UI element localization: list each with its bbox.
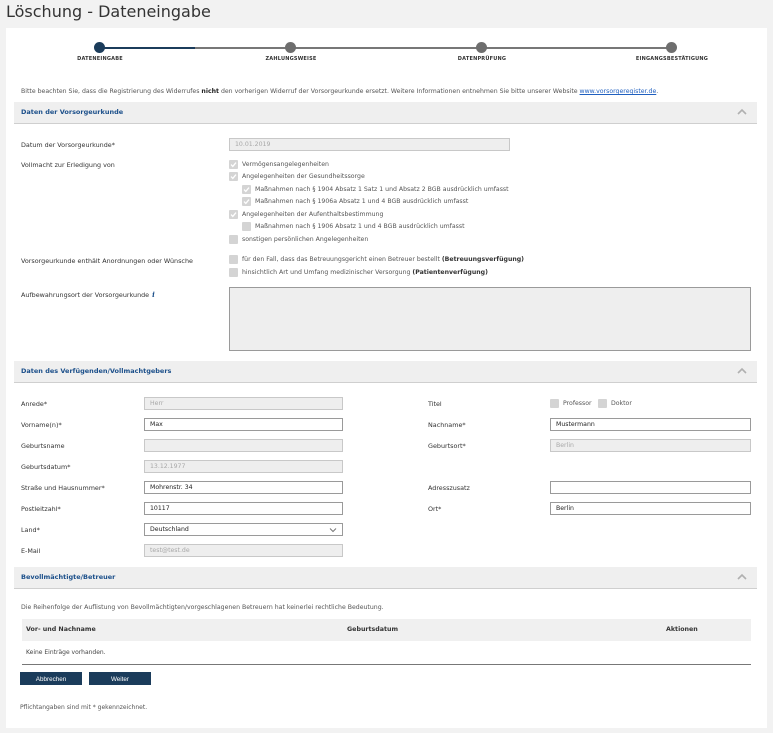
date-field[interactable]: 10.01.2019 — [229, 138, 510, 151]
checkbox-1904[interactable] — [242, 185, 251, 194]
checkbox-vermoegen[interactable] — [229, 160, 238, 169]
adresszusatz-field[interactable] — [550, 481, 751, 494]
column-header-aktionen: Aktionen — [666, 626, 698, 633]
geburtsdatum-label: Geburtsdatum* — [21, 463, 71, 471]
checkbox-professor[interactable] — [550, 399, 559, 408]
geburtsort-label: Geburtsort* — [428, 442, 466, 450]
nachname-label: Nachname* — [428, 421, 466, 429]
chevron-up-icon[interactable] — [737, 107, 747, 117]
progress-steps: DATENEINGABE ZAHLUNGSWEISE DATENPRÜFUNG … — [6, 28, 767, 88]
strasse-field[interactable]: Mohrenstr. 34 — [144, 481, 343, 494]
adresszusatz-label: Adresszusatz — [428, 484, 470, 492]
geburtsdatum-field[interactable]: 13.12.1977 — [144, 460, 343, 473]
vorname-label: Vorname(n)* — [21, 421, 62, 429]
website-link[interactable]: www.vorsorgeregister.de — [580, 88, 657, 95]
geburtsname-field[interactable] — [144, 439, 343, 452]
step-dot-eingangsbestaetigung — [666, 42, 677, 53]
column-header-name[interactable]: Vor- und Nachname — [26, 626, 96, 633]
section-header-verfuegender[interactable]: Daten des Verfügenden/Vollmachtgebers — [14, 361, 757, 383]
checkbox-gesundheit[interactable] — [229, 172, 238, 181]
ordering-note: Die Reihenfolge der Auflistung von Bevol… — [21, 604, 384, 611]
step-label: DATENEINGABE — [77, 56, 123, 62]
chevron-up-icon[interactable] — [737, 366, 747, 376]
column-header-geburtsdatum[interactable]: Geburtsdatum — [347, 626, 398, 633]
titel-label: Titel — [428, 400, 442, 408]
empty-table-message: Keine Einträge vorhanden. — [26, 649, 106, 656]
anordnungen-label: Vorsorgeurkunde enthält Anordnungen oder… — [21, 257, 193, 265]
step-label: EINGANGSBESTÄTIGUNG — [635, 56, 709, 62]
plz-field[interactable]: 10117 — [144, 502, 343, 515]
geburtsname-label: Geburtsname — [21, 442, 65, 450]
plz-label: Postleitzahl* — [21, 505, 61, 513]
step-dot-datenpruefung — [476, 42, 487, 53]
step-label: ZAHLUNGSWEISE — [265, 56, 317, 62]
anrede-field[interactable]: Herr — [144, 397, 343, 410]
ort-field[interactable]: Berlin — [550, 502, 751, 515]
land-select[interactable]: Deutschland — [144, 523, 343, 536]
page-title: Löschung - Dateneingabe — [6, 2, 211, 21]
intro-text: Bitte beachten Sie, dass die Registrieru… — [21, 88, 659, 95]
checkbox-doktor[interactable] — [598, 399, 607, 408]
aufbewahrung-label: Aufbewahrungsort der Vorsorgeurkunde i — [21, 290, 155, 299]
required-fields-note: Pflichtangaben sind mit * gekennzeichnet… — [20, 704, 148, 711]
anrede-label: Anrede* — [21, 400, 48, 408]
section-header-vorsorgeurkunde[interactable]: Daten der Vorsorgeurkunde — [14, 102, 757, 124]
checkbox-patientenverfuegung[interactable] — [229, 268, 238, 277]
step-dot-zahlungsweise — [285, 42, 296, 53]
next-button[interactable]: Weiter — [89, 672, 151, 685]
chevron-up-icon[interactable] — [737, 572, 747, 582]
section-header-bevollmaechtigte[interactable]: Bevollmächtigte/Betreuer — [14, 567, 757, 589]
land-label: Land* — [21, 526, 40, 534]
date-label: Datum der Vorsorgeurkunde* — [21, 141, 115, 149]
email-label: E-Mail — [21, 547, 41, 555]
checkbox-1906[interactable] — [242, 222, 251, 231]
checkbox-sonstige[interactable] — [229, 235, 238, 244]
cancel-button[interactable]: Abbrechen — [20, 672, 82, 685]
aufbewahrung-textarea[interactable] — [229, 287, 751, 351]
checkbox-betreuungsverfuegung[interactable] — [229, 255, 238, 264]
geburtsort-field[interactable]: Berlin — [550, 439, 751, 452]
step-dot-dateneingabe — [94, 42, 105, 53]
ort-label: Ort* — [428, 505, 442, 513]
step-label: DATENPRÜFUNG — [457, 56, 507, 62]
table-header: Vor- und Nachname Geburtsdatum Aktionen — [22, 619, 751, 641]
vorname-field[interactable]: Max — [144, 418, 343, 431]
email-field[interactable]: test@test.de — [144, 544, 343, 557]
checkbox-aufenthalt[interactable] — [229, 210, 238, 219]
vollmacht-label: Vollmacht zur Erledigung von — [21, 161, 115, 169]
form-card: DATENEINGABE ZAHLUNGSWEISE DATENPRÜFUNG … — [6, 28, 767, 728]
strasse-label: Straße und Hausnummer* — [21, 484, 105, 492]
info-icon[interactable]: i — [152, 290, 155, 299]
nachname-field[interactable]: Mustermann — [550, 418, 751, 431]
checkbox-1906a[interactable] — [242, 197, 251, 206]
chevron-down-icon — [329, 528, 337, 533]
